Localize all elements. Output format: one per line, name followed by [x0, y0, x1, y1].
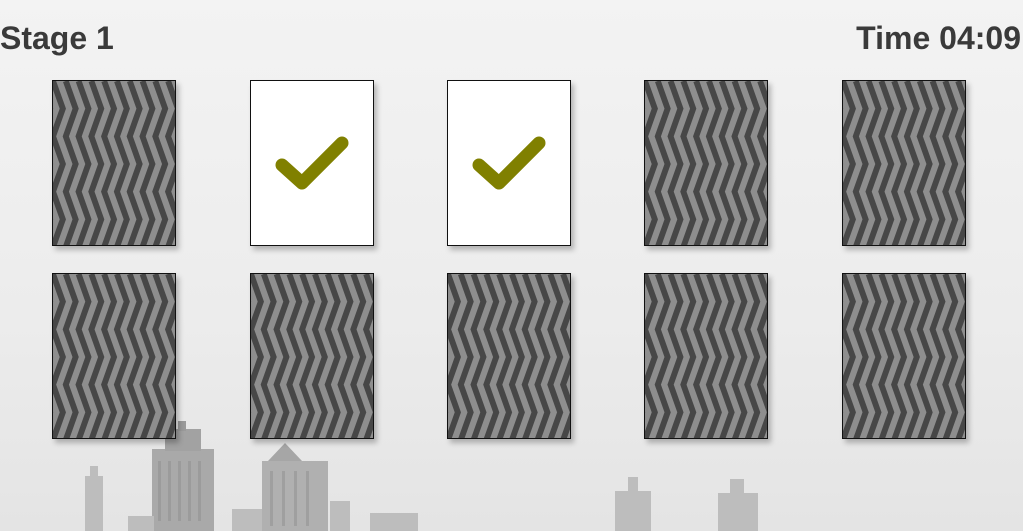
card-back-pattern	[53, 274, 175, 438]
card-back-pattern	[251, 274, 373, 438]
matched-card[interactable]	[250, 80, 374, 246]
face-down-card[interactable]	[842, 273, 966, 439]
card-back-pattern	[645, 81, 767, 245]
face-down-card[interactable]	[52, 273, 176, 439]
face-down-card[interactable]	[250, 273, 374, 439]
card-back-pattern	[843, 81, 965, 245]
card-back-pattern	[53, 81, 175, 245]
card-back-pattern	[448, 274, 570, 438]
checkmark-icon	[472, 136, 546, 190]
face-down-card[interactable]	[52, 80, 176, 246]
stage-label: Stage 1	[0, 20, 114, 56]
matched-card[interactable]	[447, 80, 571, 246]
face-down-card[interactable]	[447, 273, 571, 439]
timer-label: Time 04:09	[856, 20, 1021, 56]
card-back-pattern	[843, 274, 965, 438]
face-down-card[interactable]	[644, 80, 768, 246]
game-board: Stage 1 Time 04:09	[0, 0, 1023, 531]
face-down-card[interactable]	[842, 80, 966, 246]
face-down-card[interactable]	[644, 273, 768, 439]
checkmark-icon	[275, 136, 349, 190]
card-back-pattern	[645, 274, 767, 438]
